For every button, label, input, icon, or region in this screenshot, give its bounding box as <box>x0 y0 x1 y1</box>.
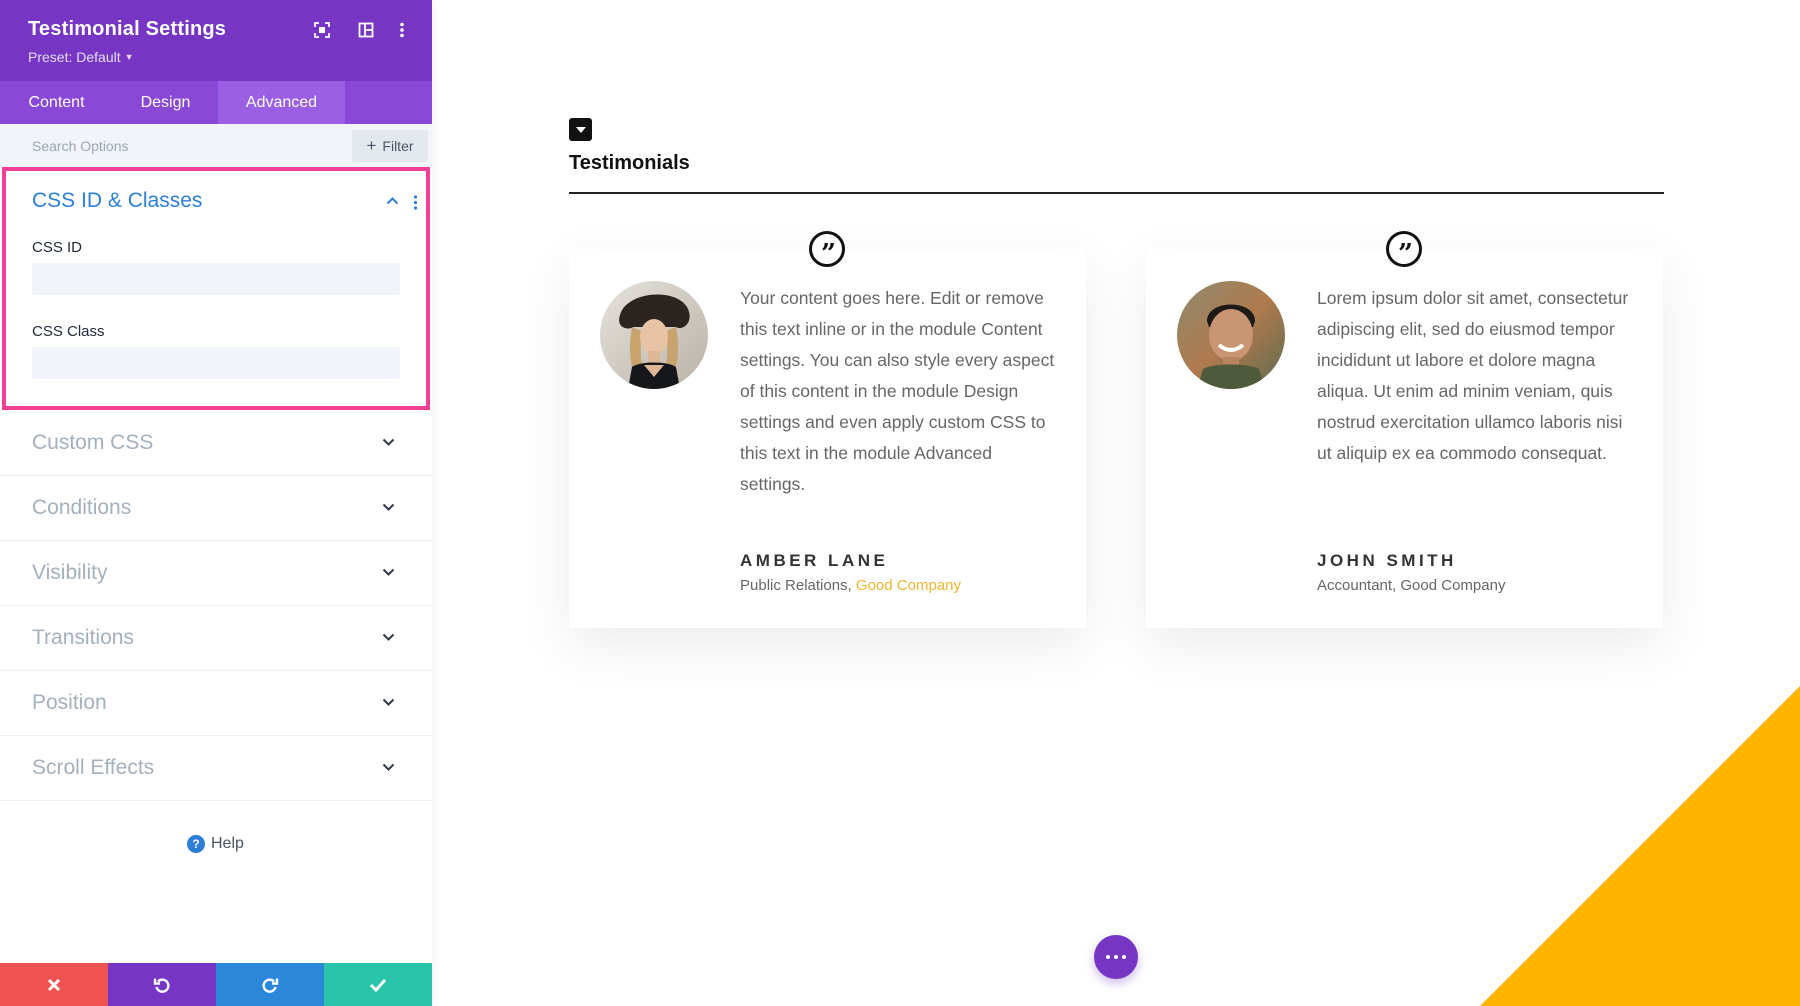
css-class-input[interactable] <box>32 347 400 379</box>
css-class-label: CSS Class <box>32 323 105 340</box>
section-title: Transitions <box>32 626 134 649</box>
company-link[interactable]: Good Company <box>856 577 961 594</box>
section-title: Scroll Effects <box>32 756 155 779</box>
panel-title: Testimonial Settings <box>28 18 227 40</box>
close-icon <box>47 978 61 991</box>
split-view-icon[interactable] <box>356 20 376 40</box>
panel-action-bar <box>0 963 432 1006</box>
check-icon <box>369 978 387 992</box>
section-conditions[interactable]: Conditions <box>0 476 432 541</box>
author-meta: Public Relations, Good Company <box>740 577 961 594</box>
chevron-down-icon <box>382 503 395 511</box>
chevron-down-icon <box>382 438 395 446</box>
testimonial-text: Your content goes here. Edit or remove t… <box>740 288 1055 494</box>
search-row: + Filter <box>0 124 432 167</box>
author-name: JOHN SMITH <box>1317 551 1457 570</box>
css-id-input[interactable] <box>32 263 400 295</box>
undo-button[interactable] <box>108 963 216 1006</box>
save-button[interactable] <box>324 963 432 1006</box>
quote-icon: ” <box>809 231 845 267</box>
chevron-down-icon <box>382 763 395 771</box>
avatar <box>600 281 708 389</box>
author-position: Public Relations, <box>740 577 852 594</box>
section-title: Visibility <box>32 561 108 584</box>
section-scroll-effects[interactable]: Scroll Effects <box>0 736 432 801</box>
page-title: Testimonials <box>569 152 690 174</box>
decorative-triangle <box>1480 686 1800 1006</box>
filter-button[interactable]: + Filter <box>352 130 428 162</box>
quote-icon: ” <box>1386 231 1422 267</box>
plus-icon: + <box>366 136 377 155</box>
section-title: Position <box>32 691 107 714</box>
section-title: Custom CSS <box>32 431 154 454</box>
preset-label: Preset: Default <box>28 49 121 65</box>
page-settings-button[interactable] <box>1094 935 1138 979</box>
tab-advanced[interactable]: Advanced <box>218 81 345 124</box>
section-title: Conditions <box>32 496 132 519</box>
testimonial-card[interactable]: ” Your content goes here. Edit or remove… <box>569 231 1086 628</box>
redo-button[interactable] <box>216 963 324 1006</box>
panel-header: Testimonial Settings Preset: Default ▼ <box>0 0 432 81</box>
section-more-icon[interactable] <box>413 195 418 210</box>
cancel-button[interactable] <box>0 963 108 1006</box>
section-css-id-classes: CSS ID & Classes CSS ID CSS Class <box>2 167 430 410</box>
section-transitions[interactable]: Transitions <box>0 606 432 671</box>
more-horizontal-icon <box>1114 955 1118 959</box>
author-meta: Accountant, Good Company <box>1317 577 1505 594</box>
section-visibility[interactable]: Visibility <box>0 541 432 606</box>
chevron-down-icon <box>382 633 395 641</box>
tab-design[interactable]: Design <box>113 81 218 124</box>
module-toggle-icon[interactable] <box>569 118 592 141</box>
redo-icon <box>262 978 279 993</box>
section-title[interactable]: CSS ID & Classes <box>32 189 202 213</box>
section-position[interactable]: Position <box>0 671 432 736</box>
chevron-up-icon[interactable] <box>386 197 399 205</box>
avatar <box>1177 281 1285 389</box>
testimonial-card[interactable]: ” Lorem ipsum dolor sit amet, consectetu… <box>1146 231 1663 628</box>
undo-icon <box>153 978 170 993</box>
help-label: Help <box>211 835 244 852</box>
preset-selector[interactable]: Preset: Default ▼ <box>28 49 134 65</box>
testimonial-text: Lorem ipsum dolor sit amet, consectetur … <box>1317 288 1629 463</box>
filter-label: Filter <box>382 138 414 154</box>
chevron-down-icon <box>382 568 395 576</box>
settings-panel: Testimonial Settings Preset: Default ▼ Co… <box>0 0 432 1006</box>
more-horizontal-icon <box>1122 955 1126 959</box>
author-name: AMBER LANE <box>740 551 889 570</box>
more-horizontal-icon <box>1106 955 1110 959</box>
search-options-input[interactable] <box>16 124 346 167</box>
focus-mode-icon[interactable] <box>312 20 332 40</box>
caret-down-icon: ▼ <box>124 52 134 62</box>
more-vertical-icon[interactable] <box>392 20 412 40</box>
help-icon: ? <box>187 835 205 853</box>
heading-divider <box>569 192 1664 194</box>
panel-tabs: Content Design Advanced <box>0 81 432 124</box>
tab-content[interactable]: Content <box>0 81 113 124</box>
author-position: Accountant, Good Company <box>1317 577 1506 594</box>
chevron-down-icon <box>382 698 395 706</box>
help-link[interactable]: ? Help <box>187 835 244 853</box>
section-custom-css[interactable]: Custom CSS <box>0 411 432 476</box>
css-id-label: CSS ID <box>32 239 83 256</box>
